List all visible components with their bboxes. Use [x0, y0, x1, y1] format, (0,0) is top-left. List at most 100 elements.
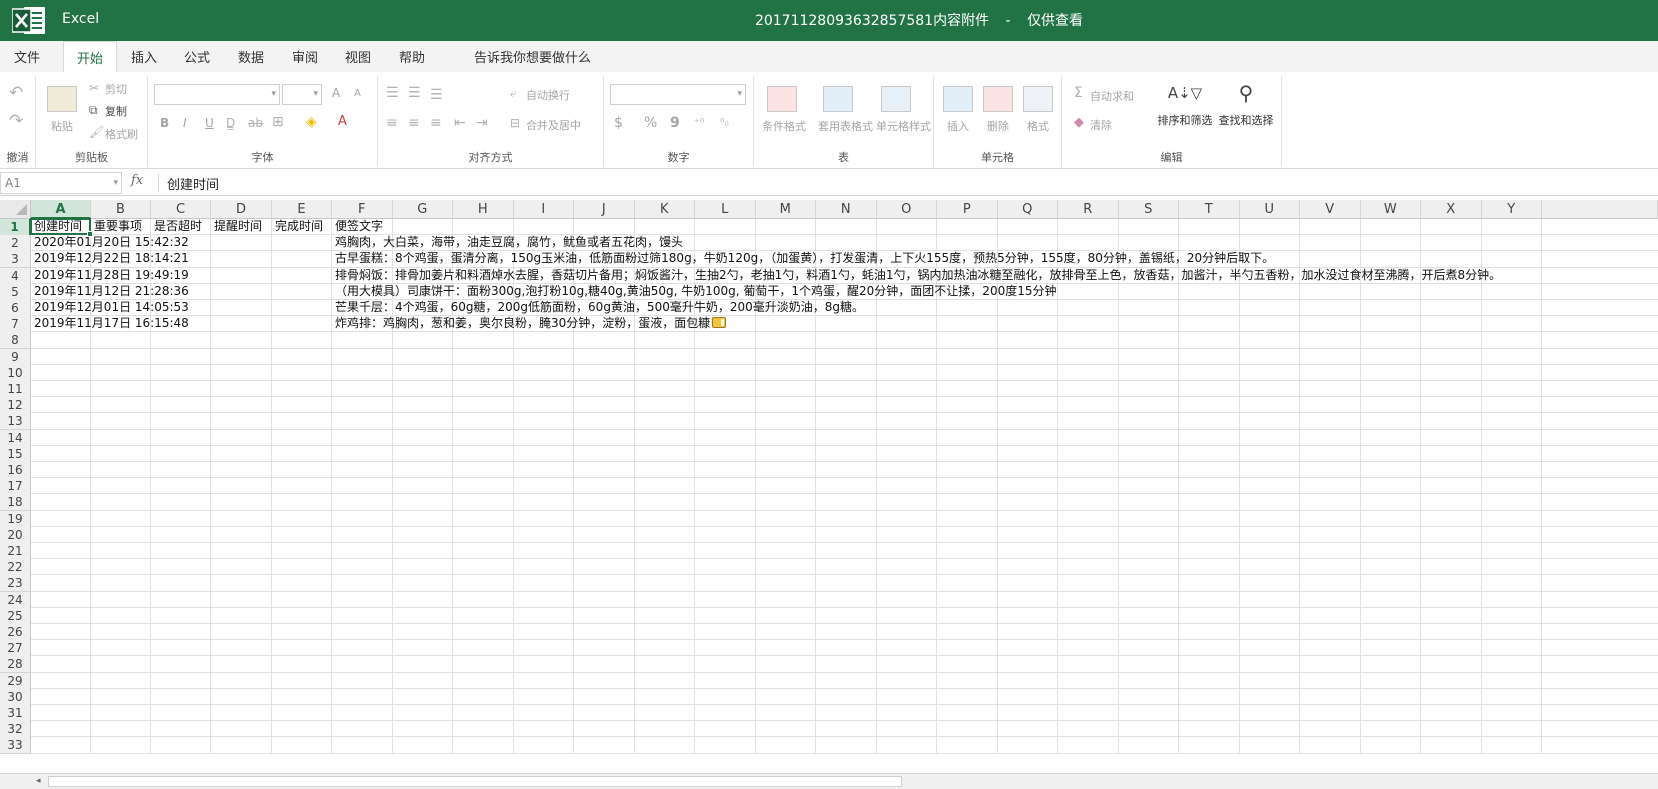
- delete-cells-button[interactable]: 删除: [978, 86, 1018, 134]
- worksheet-grid[interactable]: A B C D E F G H I J K L M N O P Q R S T U V W X Y 1 2 3 4 5 6 7 8 9 10 11 12…: [0, 200, 1658, 773]
- paste-button[interactable]: 粘贴: [42, 86, 82, 134]
- column-header[interactable]: U: [1239, 200, 1300, 219]
- column-header[interactable]: R: [1058, 200, 1119, 219]
- column-header[interactable]: K: [634, 200, 695, 219]
- cell[interactable]: 2020年01月20日 15:42:32: [31, 234, 189, 251]
- autosum-button[interactable]: 自动求和: [1090, 88, 1134, 104]
- row-header[interactable]: 6: [0, 300, 31, 317]
- cell[interactable]: 完成时间: [272, 218, 323, 235]
- column-header[interactable]: J: [574, 200, 635, 219]
- name-box[interactable]: A1 ▾: [0, 172, 122, 194]
- menu-tab[interactable]: 插入: [131, 47, 157, 66]
- increase-indent-icon[interactable]: ⇥: [476, 116, 488, 130]
- format-painter-button[interactable]: 格式刷: [105, 126, 138, 142]
- column-header[interactable]: A: [31, 200, 91, 219]
- row-header[interactable]: 20: [0, 526, 31, 544]
- column-header[interactable]: N: [816, 200, 877, 219]
- format-as-table-button[interactable]: 套用表格式: [818, 86, 873, 134]
- merge-center-button[interactable]: 合并及居中: [526, 117, 581, 133]
- cell[interactable]: 古早蛋糕：8个鸡蛋，蛋清分离，150g玉米油，低筋面粉过筛180g，牛奶120g…: [332, 250, 1274, 267]
- column-header[interactable]: E: [272, 200, 332, 219]
- select-all-button[interactable]: [0, 200, 31, 219]
- cell[interactable]: 提醒时间: [211, 218, 262, 235]
- row-header[interactable]: 31: [0, 705, 31, 722]
- horizontal-scrollbar[interactable]: [48, 776, 902, 787]
- column-header[interactable]: O: [876, 200, 937, 219]
- formula-input[interactable]: 创建时间: [158, 174, 219, 193]
- font-family-select[interactable]: ▾: [154, 84, 280, 105]
- double-underline-icon[interactable]: D̳: [226, 116, 235, 130]
- cell[interactable]: 2019年12月22日 18:14:21: [31, 250, 189, 267]
- row-header[interactable]: 26: [0, 624, 31, 641]
- shrink-font-button[interactable]: A: [354, 88, 361, 99]
- menu-tab[interactable]: 开始: [63, 41, 118, 73]
- align-top-icon[interactable]: ☰: [386, 86, 399, 100]
- row-header[interactable]: 22: [0, 559, 31, 577]
- strikethrough-icon[interactable]: a̶b̶: [248, 116, 263, 130]
- fill-handle[interactable]: [87, 231, 93, 238]
- column-header[interactable]: W: [1360, 200, 1421, 219]
- row-header[interactable]: 12: [0, 397, 31, 415]
- row-header[interactable]: 11: [0, 381, 31, 398]
- grow-font-button[interactable]: A: [332, 86, 340, 100]
- cell[interactable]: 鸡胸肉，大白菜，海带，油走豆腐，腐竹，鱿鱼或者五花肉，馒头: [332, 234, 683, 251]
- font-color-icon[interactable]: A: [338, 115, 347, 129]
- column-header[interactable]: H: [453, 200, 514, 219]
- row-header[interactable]: 15: [0, 445, 31, 463]
- column-header[interactable]: D: [211, 200, 272, 219]
- row-header[interactable]: 9: [0, 348, 31, 366]
- row-header[interactable]: 16: [0, 462, 31, 479]
- row-header[interactable]: 3: [0, 251, 31, 269]
- column-header[interactable]: B: [91, 200, 151, 219]
- row-header[interactable]: 23: [0, 575, 31, 593]
- insert-function-icon[interactable]: fx: [131, 173, 143, 188]
- clear-button[interactable]: 清除: [1090, 117, 1112, 133]
- column-header[interactable]: Y: [1481, 200, 1542, 219]
- menu-tab[interactable]: 审阅: [292, 47, 318, 66]
- column-header[interactable]: M: [755, 200, 816, 219]
- cell[interactable]: 2019年12月01日 14:05:53: [31, 299, 189, 316]
- cell[interactable]: 创建时间: [31, 218, 82, 235]
- currency-button[interactable]: $: [614, 115, 623, 131]
- redo-icon[interactable]: ↷: [9, 113, 23, 130]
- row-header[interactable]: 18: [0, 494, 31, 512]
- menu-tab[interactable]: 视图: [345, 47, 371, 66]
- column-header[interactable]: F: [332, 200, 393, 219]
- fill-color-icon[interactable]: ◈: [306, 115, 317, 129]
- row-header[interactable]: 10: [0, 364, 31, 382]
- cell[interactable]: 2019年11月17日 16:15:48: [31, 315, 189, 332]
- format-cells-button[interactable]: 格式: [1018, 86, 1058, 134]
- number-format-select[interactable]: ▾: [610, 84, 746, 105]
- cell[interactable]: （用大模具）司康饼干：面粉300g,泡打粉10g,糖40g,黄油50g, 牛奶1…: [332, 283, 1057, 300]
- bold-button[interactable]: B: [160, 116, 169, 130]
- align-middle-icon[interactable]: ☰: [408, 86, 421, 100]
- row-header[interactable]: 21: [0, 543, 31, 560]
- insert-cells-button[interactable]: 插入: [938, 86, 978, 134]
- column-header[interactable]: Q: [997, 200, 1058, 219]
- align-left-icon[interactable]: ≡: [386, 116, 398, 130]
- row-header[interactable]: 14: [0, 429, 31, 447]
- row-header[interactable]: 27: [0, 640, 31, 658]
- row-header[interactable]: 4: [0, 267, 31, 285]
- row-header[interactable]: 8: [0, 332, 31, 350]
- tell-me-search[interactable]: 告诉我你想要做什么: [474, 47, 591, 66]
- row-header[interactable]: 28: [0, 656, 31, 674]
- row-header[interactable]: 24: [0, 591, 31, 609]
- row-header[interactable]: 13: [0, 413, 31, 431]
- align-center-icon[interactable]: ≡: [408, 116, 420, 130]
- align-right-icon[interactable]: ≡: [430, 116, 442, 130]
- row-header[interactable]: 2: [0, 235, 31, 253]
- sort-filter-button[interactable]: A⇣▽ 排序和筛选: [1156, 80, 1214, 128]
- cell[interactable]: 便签文字: [332, 218, 383, 235]
- italic-button[interactable]: I: [183, 116, 187, 130]
- row-header[interactable]: 30: [0, 688, 31, 706]
- menu-tab[interactable]: 文件: [14, 47, 40, 66]
- wrap-text-button[interactable]: 自动换行: [526, 87, 570, 103]
- column-header[interactable]: S: [1118, 200, 1179, 219]
- row-header[interactable]: 25: [0, 607, 31, 625]
- cell[interactable]: 炸鸡排：鸡胸肉，葱和姜，奥尔良粉，腌30分钟，淀粉，蛋液，面包糠: [332, 315, 727, 332]
- menu-tab[interactable]: 数据: [238, 47, 264, 66]
- cell[interactable]: 2019年11月28日 19:49:19: [31, 267, 189, 284]
- column-header[interactable]: X: [1421, 200, 1482, 219]
- decrease-decimal-icon[interactable]: ⁰₀: [720, 116, 729, 130]
